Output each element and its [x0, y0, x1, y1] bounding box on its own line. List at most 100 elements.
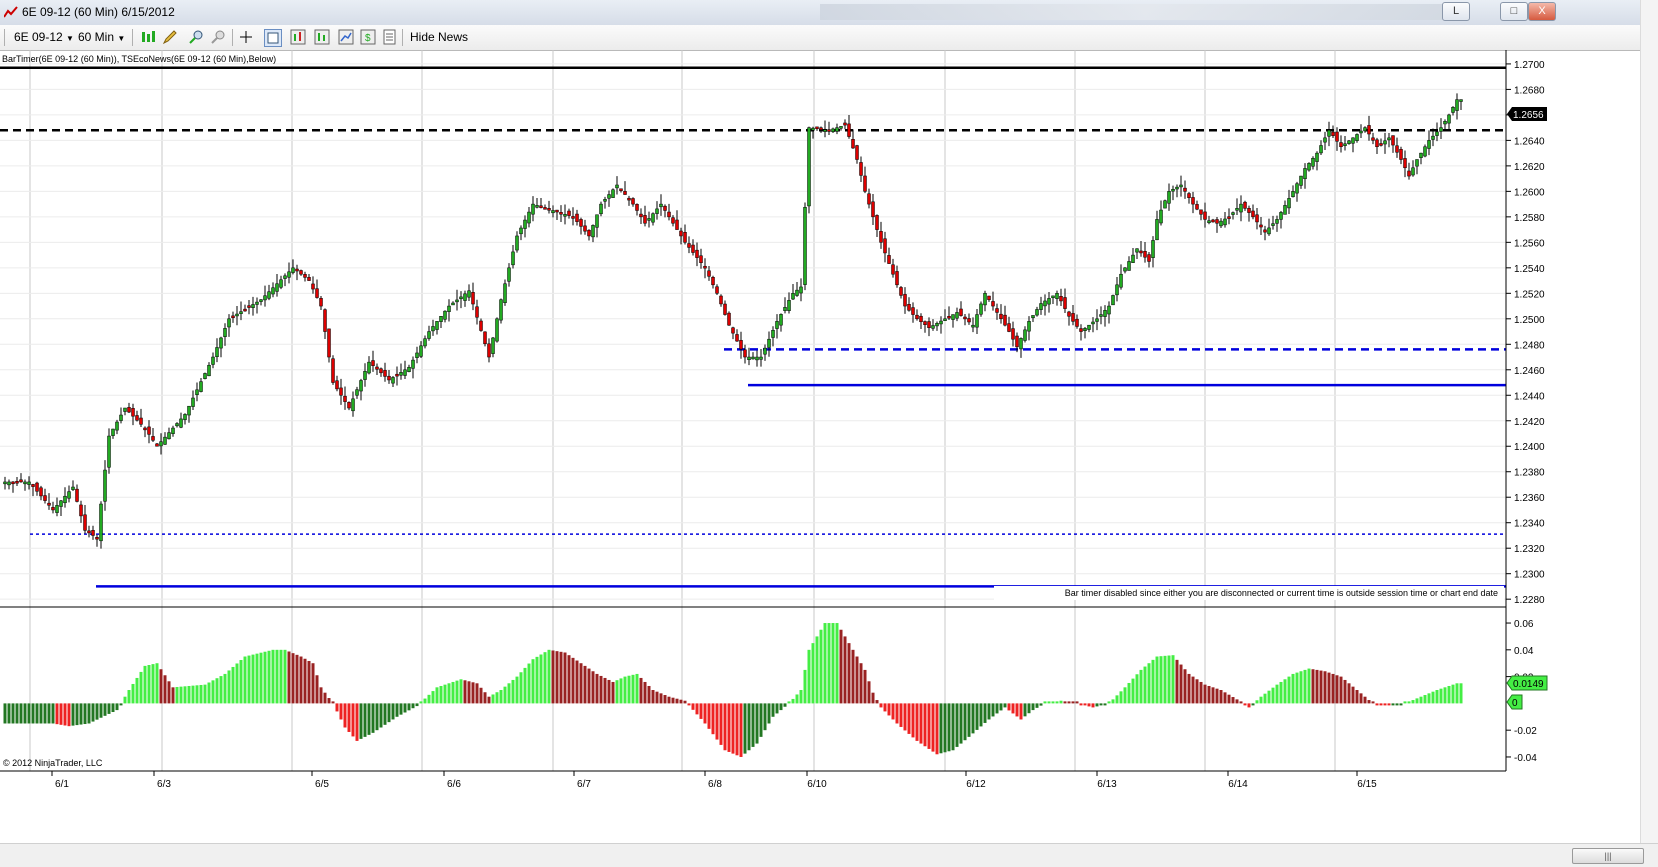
candle — [1099, 306, 1103, 325]
news-icon[interactable] — [382, 29, 398, 45]
oscillator-bar — [839, 629, 843, 704]
candle-body — [239, 311, 243, 314]
oscillator-bar — [211, 680, 215, 704]
candle-body — [1427, 140, 1431, 149]
candle-body — [535, 205, 539, 208]
candle-body — [1023, 329, 1027, 341]
close-button[interactable]: X — [1528, 2, 1556, 21]
oscillator-bar — [427, 694, 431, 704]
oscillator-bar — [183, 686, 187, 704]
candle — [1011, 321, 1015, 347]
candle-body — [567, 210, 571, 216]
horizontal-scrollbar[interactable]: ||| — [0, 843, 1658, 867]
candle-body — [967, 318, 971, 323]
interval-dropdown[interactable]: 60 Min ▼ — [78, 29, 125, 46]
candle-body — [231, 315, 235, 319]
zoom-out-icon[interactable] — [210, 29, 226, 45]
chart-area[interactable]: 1.27001.26801.26601.26401.26201.26001.25… — [0, 50, 1658, 850]
chart-canvas[interactable]: 1.27001.26801.26601.26401.26201.26001.25… — [0, 50, 1640, 843]
candle-body — [147, 426, 151, 435]
candle — [1247, 205, 1251, 222]
chevron-down-icon: ▼ — [117, 34, 126, 43]
zoom-in-icon[interactable] — [188, 29, 204, 45]
oscillator-bar — [51, 703, 55, 724]
candle — [471, 282, 475, 311]
oscillator-bar — [775, 703, 779, 714]
oscillator-bar — [479, 687, 483, 704]
minimize-button[interactable]: L — [1442, 2, 1470, 21]
candle — [303, 271, 307, 282]
candle — [171, 425, 175, 437]
data-box-icon[interactable] — [264, 29, 282, 47]
grid-lines — [0, 50, 1506, 771]
candle — [791, 283, 795, 301]
candle-body — [951, 314, 955, 320]
candle — [475, 299, 479, 325]
vertical-scrollbar[interactable] — [1640, 0, 1658, 843]
candle-body — [991, 301, 995, 307]
price-tick-label: 1.2640 — [1514, 136, 1545, 147]
candle-body — [655, 208, 659, 214]
candle — [1235, 198, 1239, 215]
oscillator-bar — [1207, 685, 1211, 704]
candle-body — [483, 331, 487, 345]
oscillator-bar — [47, 703, 51, 724]
candle-body — [7, 481, 11, 486]
candle-body — [1075, 318, 1079, 327]
dollar-icon[interactable]: $ — [360, 29, 376, 45]
candle — [1151, 236, 1155, 268]
candle — [735, 329, 739, 342]
candle — [411, 356, 415, 379]
chevron-down-icon: ▼ — [66, 34, 74, 43]
candle-body — [359, 380, 363, 392]
candle-body — [87, 530, 91, 534]
candle — [951, 314, 955, 328]
candle — [339, 378, 343, 405]
candle — [359, 378, 363, 401]
oscillator-bar — [1043, 701, 1047, 704]
crosshair-icon[interactable] — [238, 29, 254, 45]
instrument-dropdown[interactable]: 6E 09-12 ▼ — [14, 29, 74, 46]
oscillator-bar — [283, 649, 287, 704]
oscillator-bar — [159, 669, 163, 704]
candle-body — [63, 495, 67, 504]
oscillator-bar — [1395, 703, 1399, 706]
candle — [959, 301, 963, 317]
candle — [103, 460, 107, 511]
maximize-button[interactable]: □ — [1500, 2, 1528, 21]
candle-body — [451, 302, 455, 306]
candle — [1439, 118, 1443, 139]
strategies-icon[interactable] — [338, 29, 354, 45]
indicators-icon[interactable] — [314, 29, 330, 45]
candle — [635, 203, 639, 216]
candle-body — [1387, 137, 1391, 141]
oscillator-bar — [163, 675, 167, 704]
oscillator-bar — [963, 703, 967, 741]
candle-body — [123, 407, 127, 412]
candle-body — [1315, 152, 1319, 162]
candle-body — [235, 313, 239, 317]
scrollbar-thumb[interactable]: ||| — [1572, 848, 1644, 864]
candle-body — [819, 127, 823, 130]
candle-body — [211, 356, 215, 365]
candle — [651, 212, 655, 226]
time-tick-label: 6/3 — [157, 779, 171, 790]
candle-body — [299, 270, 303, 275]
oscillator-bar — [919, 703, 923, 744]
oscillator-bar — [567, 655, 571, 704]
oscillator-bar — [951, 703, 955, 751]
horizontal-lines[interactable] — [0, 66, 1506, 588]
bars-type-icon[interactable] — [140, 29, 156, 45]
candle-body — [303, 274, 307, 278]
chart-properties-icon[interactable] — [290, 29, 306, 45]
oscillator-bar — [1375, 703, 1379, 706]
pencil-icon[interactable] — [162, 29, 178, 45]
candle-body — [1247, 208, 1251, 213]
candle-body — [191, 397, 195, 407]
oscillator-bar — [195, 685, 199, 704]
hide-news-button[interactable]: Hide News — [410, 29, 468, 46]
candle — [559, 205, 563, 223]
oscillator-bar — [1135, 674, 1139, 704]
candle — [1083, 326, 1087, 339]
candle-body — [531, 203, 535, 215]
